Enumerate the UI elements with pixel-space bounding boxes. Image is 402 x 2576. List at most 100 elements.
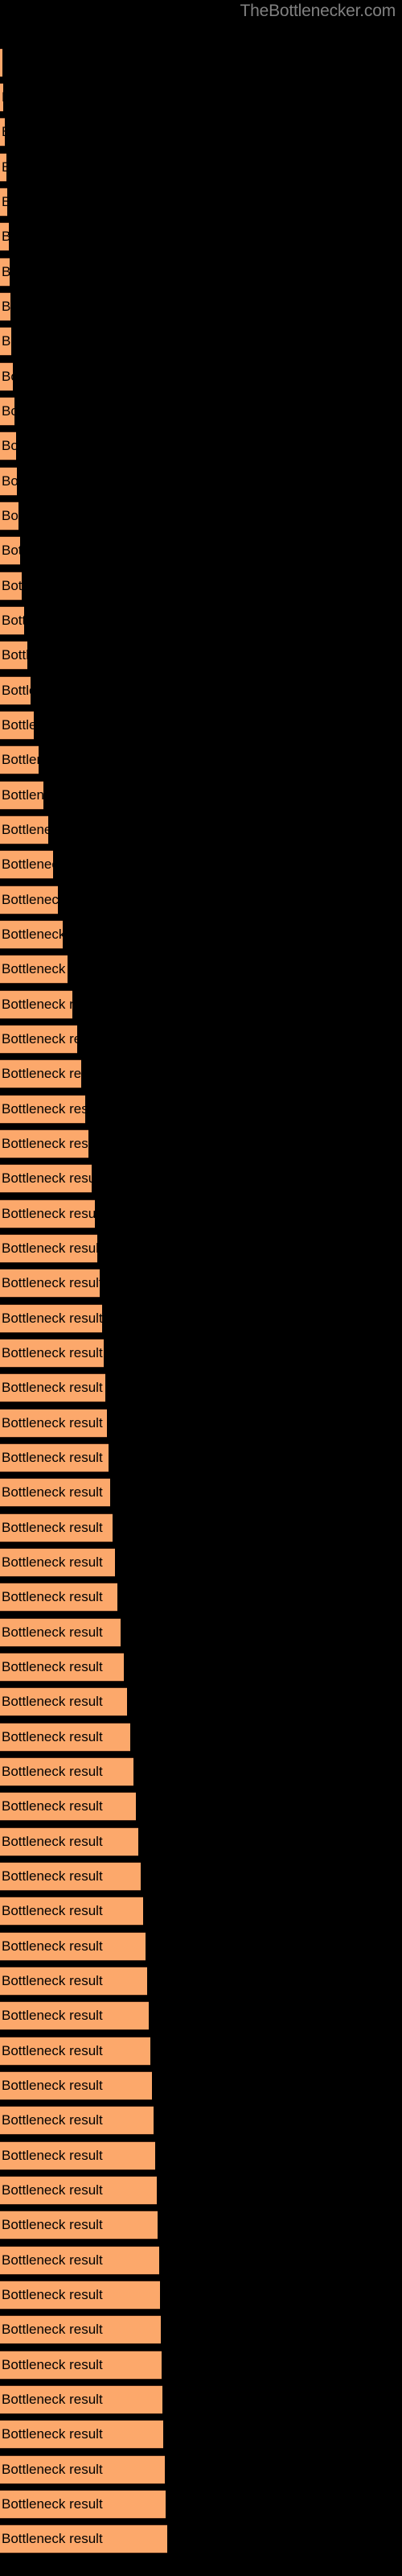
bar-row: Bottleneck result bbox=[0, 1618, 121, 1647]
bar-row: Bottleneck result bbox=[0, 118, 5, 147]
bar: Bottleneck result bbox=[0, 1897, 143, 1926]
bar-label: Bottleneck result bbox=[2, 857, 53, 872]
bar-row: Bottleneck result bbox=[0, 955, 68, 984]
bar-label: Bottleneck result bbox=[2, 2322, 103, 2337]
bar-label: Bottleneck result bbox=[2, 2008, 103, 2023]
bar: Bottleneck result bbox=[0, 572, 22, 601]
bar-row: Bottleneck result bbox=[0, 1373, 105, 1402]
bar: Bottleneck result bbox=[0, 2037, 150, 2066]
bar-label: Bottleneck result bbox=[2, 1170, 92, 1186]
bar-row: Bottleneck result bbox=[0, 1199, 95, 1228]
bar-row: Bottleneck result bbox=[0, 1653, 124, 1682]
bar-row: Bottleneck result bbox=[0, 920, 63, 949]
bar-label: Bottleneck result bbox=[2, 1903, 103, 1918]
bar: Bottleneck result bbox=[0, 292, 10, 321]
bar: Bottleneck result bbox=[0, 1583, 117, 1612]
bar-row: Bottleneck result bbox=[0, 327, 11, 356]
bar-label: Bottleneck result bbox=[2, 1415, 103, 1430]
bar: Bottleneck result bbox=[0, 1757, 133, 1786]
bar: Bottleneck result bbox=[0, 153, 6, 182]
bar-label: Bottleneck result bbox=[2, 1764, 103, 1779]
bar: Bottleneck result bbox=[0, 1967, 147, 1996]
bar-row: Bottleneck result bbox=[0, 1234, 97, 1263]
bar-row: Bottleneck result bbox=[0, 606, 24, 635]
bar-label: Bottleneck result bbox=[2, 2217, 103, 2232]
bar-row: Bottleneck result bbox=[0, 258, 10, 287]
bar: Bottleneck result bbox=[0, 1792, 136, 1821]
bar: Bottleneck result bbox=[0, 990, 72, 1019]
bar-label: Bottleneck result bbox=[2, 2531, 103, 2546]
bar: Bottleneck result bbox=[0, 781, 43, 810]
bar-row: Bottleneck result bbox=[0, 362, 13, 391]
bar-row: Bottleneck result bbox=[0, 781, 43, 810]
bar: Bottleneck result bbox=[0, 258, 10, 287]
bar-row: Bottleneck result bbox=[0, 2315, 161, 2344]
bar-row: Bottleneck result bbox=[0, 536, 20, 565]
bar: Bottleneck result bbox=[0, 1548, 115, 1577]
bar-row: Bottleneck result bbox=[0, 1932, 146, 1961]
bar: Bottleneck result bbox=[0, 2385, 162, 2414]
bar: Bottleneck result bbox=[0, 2211, 158, 2240]
bar: Bottleneck result bbox=[0, 1862, 141, 1891]
bar-label: Bottleneck result bbox=[2, 1101, 85, 1117]
bar-row: Bottleneck result bbox=[0, 1757, 133, 1786]
bar-label: Bottleneck result bbox=[2, 508, 18, 523]
bar-row: Bottleneck result bbox=[0, 2071, 152, 2100]
bar: Bottleneck result bbox=[0, 1095, 85, 1124]
bar-label: Bottleneck result bbox=[2, 1554, 103, 1570]
bar-label: Bottleneck result bbox=[2, 543, 20, 558]
bar-row: Bottleneck result bbox=[0, 48, 2, 77]
bar-row: Bottleneck result bbox=[0, 502, 18, 530]
bar: Bottleneck result bbox=[0, 920, 63, 949]
bar-row: Bottleneck result bbox=[0, 2176, 157, 2205]
bar-label: Bottleneck result bbox=[2, 2496, 103, 2512]
bar-label: Bottleneck result bbox=[2, 89, 3, 105]
bar-label: Bottleneck result bbox=[2, 2252, 103, 2268]
bar-label: Bottleneck result bbox=[2, 159, 6, 175]
bar: Bottleneck result bbox=[0, 815, 48, 844]
bar-label: Bottleneck result bbox=[2, 333, 11, 349]
bar-row: Bottleneck result bbox=[0, 153, 6, 182]
horizontal-bar-chart: Bottleneck result Bottleneck result Bottle… bbox=[0, 0, 402, 2576]
bar-label: Bottleneck result bbox=[2, 717, 34, 733]
bar: Bottleneck result bbox=[0, 2420, 163, 2449]
bar-label: Bottleneck result bbox=[2, 1938, 103, 1954]
bar-label: Bottleneck result bbox=[2, 2112, 103, 2128]
bar: Bottleneck result bbox=[0, 1513, 113, 1542]
bar: Bottleneck result bbox=[0, 2490, 166, 2519]
bar-label: Bottleneck result bbox=[2, 2078, 103, 2093]
bar: Bottleneck result bbox=[0, 188, 7, 217]
bar-row: Bottleneck result bbox=[0, 886, 58, 914]
bar: Bottleneck result bbox=[0, 502, 18, 530]
bar: Bottleneck result bbox=[0, 362, 13, 391]
bar-row: Bottleneck result bbox=[0, 1723, 130, 1752]
bar-row: Bottleneck result bbox=[0, 1409, 107, 1438]
bottleneck-chart-page: TheBottlenecker.com Bottleneck resultBot… bbox=[0, 0, 402, 2576]
bar-row: Bottleneck result bbox=[0, 1967, 147, 1996]
bar-label: Bottleneck result bbox=[2, 997, 72, 1012]
bar-row: Bottleneck result bbox=[0, 397, 14, 426]
bar-label: Bottleneck result bbox=[2, 578, 22, 593]
bar-row: Bottleneck result bbox=[0, 1443, 109, 1472]
bar-row: Bottleneck result bbox=[0, 1862, 141, 1891]
bar: Bottleneck result bbox=[0, 1339, 104, 1368]
bar-label: Bottleneck result bbox=[2, 1380, 103, 1395]
bar-label: Bottleneck result bbox=[2, 1031, 77, 1046]
bar: Bottleneck result bbox=[0, 641, 27, 670]
bar-row: Bottleneck result bbox=[0, 2211, 158, 2240]
bar-row: Bottleneck result bbox=[0, 711, 34, 740]
bar-row: Bottleneck result bbox=[0, 572, 22, 601]
bar: Bottleneck result bbox=[0, 1304, 102, 1333]
bar: Bottleneck result bbox=[0, 83, 3, 112]
bar-row: Bottleneck result bbox=[0, 1339, 104, 1368]
bar: Bottleneck result bbox=[0, 1687, 127, 1716]
bar-row: Bottleneck result bbox=[0, 2141, 155, 2170]
bar: Bottleneck result bbox=[0, 1478, 110, 1507]
bar: Bottleneck result bbox=[0, 536, 20, 565]
bar-row: Bottleneck result bbox=[0, 1095, 85, 1124]
bar: Bottleneck result bbox=[0, 118, 5, 147]
bar-label: Bottleneck result bbox=[2, 1729, 103, 1744]
bar-row: Bottleneck result bbox=[0, 1513, 113, 1542]
bar: Bottleneck result bbox=[0, 431, 16, 460]
bar-label: Bottleneck result bbox=[2, 2357, 103, 2372]
